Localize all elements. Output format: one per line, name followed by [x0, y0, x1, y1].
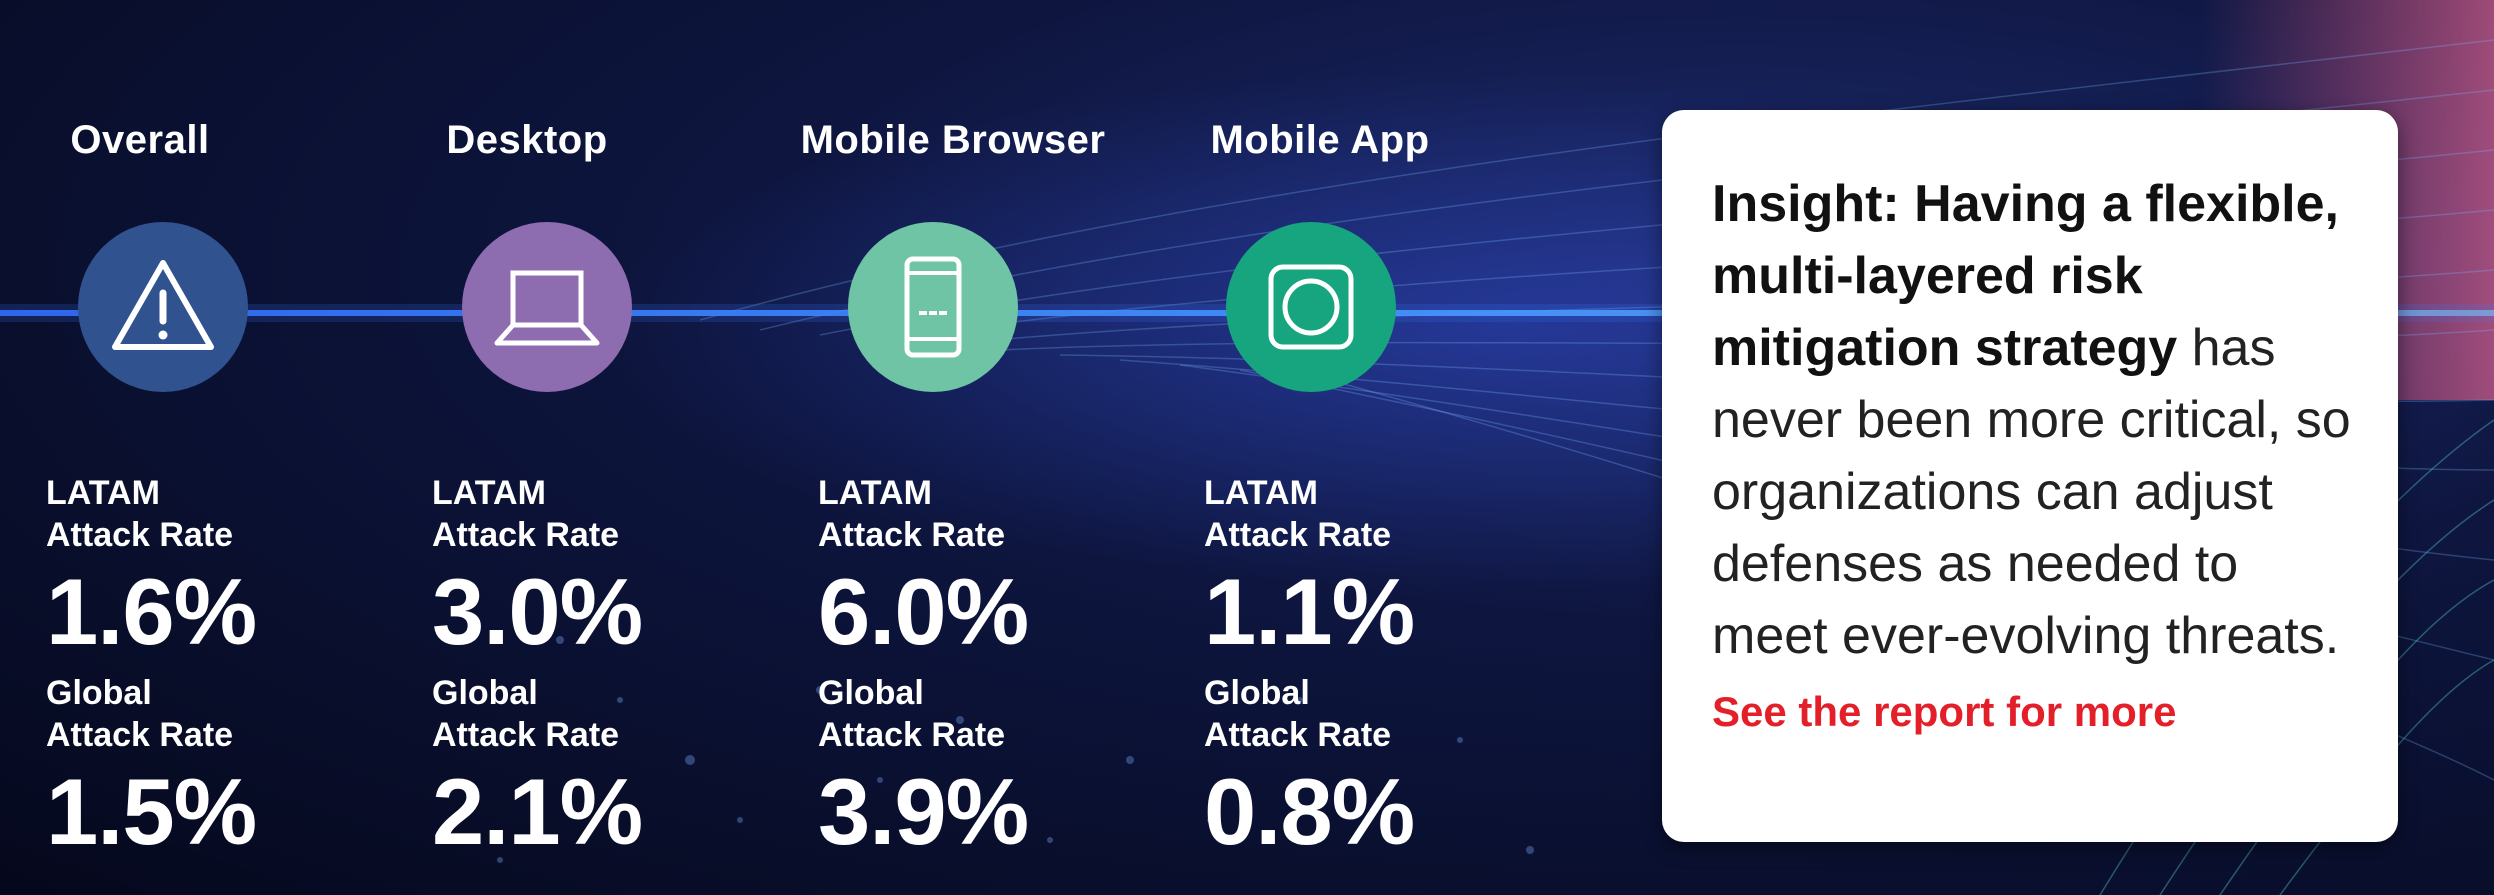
- column-overall: Overall LATAM Attack Rate 1.6% Global At…: [46, 0, 406, 895]
- column-title: Desktop: [446, 118, 608, 162]
- global-label: Global Attack Rate: [1204, 672, 1544, 756]
- latam-label-line2: Attack Rate: [432, 516, 620, 554]
- global-value: 2.1%: [432, 759, 643, 864]
- latam-label: LATAM Attack Rate: [46, 472, 386, 556]
- global-label-line1: Global: [46, 674, 152, 712]
- latam-label-line1: LATAM: [432, 474, 546, 512]
- latam-label-line2: Attack Rate: [818, 516, 1006, 554]
- global-label-line2: Attack Rate: [1204, 716, 1392, 754]
- column-title: Mobile App: [1210, 118, 1430, 162]
- overall-icon-badge: [78, 222, 248, 392]
- latam-label-line1: LATAM: [818, 474, 932, 512]
- insight-card: Insight: Having a flexible, multi-layere…: [1662, 110, 2398, 842]
- latam-value: 1.6%: [46, 559, 257, 664]
- global-label: Global Attack Rate: [46, 672, 386, 756]
- global-label-line1: Global: [432, 674, 538, 712]
- column-title: Overall: [70, 118, 210, 162]
- global-label: Global Attack Rate: [818, 672, 1158, 756]
- latam-label-line2: Attack Rate: [46, 516, 234, 554]
- latam-label-line2: Attack Rate: [1204, 516, 1392, 554]
- latam-value: 3.0%: [432, 559, 643, 664]
- global-label: Global Attack Rate: [432, 672, 772, 756]
- column-mobile-browser: Mobile Browser LATAM Attack Rate 6.0% Gl…: [801, 0, 1178, 895]
- app-square-icon: [1268, 264, 1354, 350]
- latam-label: LATAM Attack Rate: [1204, 472, 1544, 556]
- global-label-line2: Attack Rate: [46, 716, 234, 754]
- global-value: 3.9%: [818, 759, 1029, 864]
- mobile-browser-icon-badge: [848, 222, 1018, 392]
- smartphone-icon: [904, 256, 962, 358]
- global-label-line1: Global: [1204, 674, 1310, 712]
- column-mobile-app: Mobile App LATAM Attack Rate 1.1% Global…: [1204, 0, 1564, 895]
- latam-label-line1: LATAM: [1204, 474, 1318, 512]
- global-label-line1: Global: [818, 674, 924, 712]
- latam-label-line1: LATAM: [46, 474, 160, 512]
- insight-text: Insight: Having a flexible, multi-layere…: [1712, 168, 2362, 672]
- global-label-line2: Attack Rate: [818, 716, 1006, 754]
- global-label-line2: Attack Rate: [432, 716, 620, 754]
- global-value: 0.8%: [1204, 759, 1415, 864]
- see-report-link[interactable]: See the report for more: [1712, 688, 2176, 736]
- column-desktop: Desktop LATAM Attack Rate 3.0% Global At…: [432, 0, 792, 895]
- mobile-app-icon-badge: [1226, 222, 1396, 392]
- latam-label: LATAM Attack Rate: [818, 472, 1158, 556]
- global-value: 1.5%: [46, 759, 257, 864]
- latam-label: LATAM Attack Rate: [432, 472, 772, 556]
- laptop-icon: [494, 270, 600, 346]
- warning-triangle-icon: [112, 260, 214, 350]
- desktop-icon-badge: [462, 222, 632, 392]
- latam-value: 6.0%: [818, 559, 1029, 664]
- column-title: Mobile Browser: [800, 118, 1106, 162]
- latam-value: 1.1%: [1204, 559, 1415, 664]
